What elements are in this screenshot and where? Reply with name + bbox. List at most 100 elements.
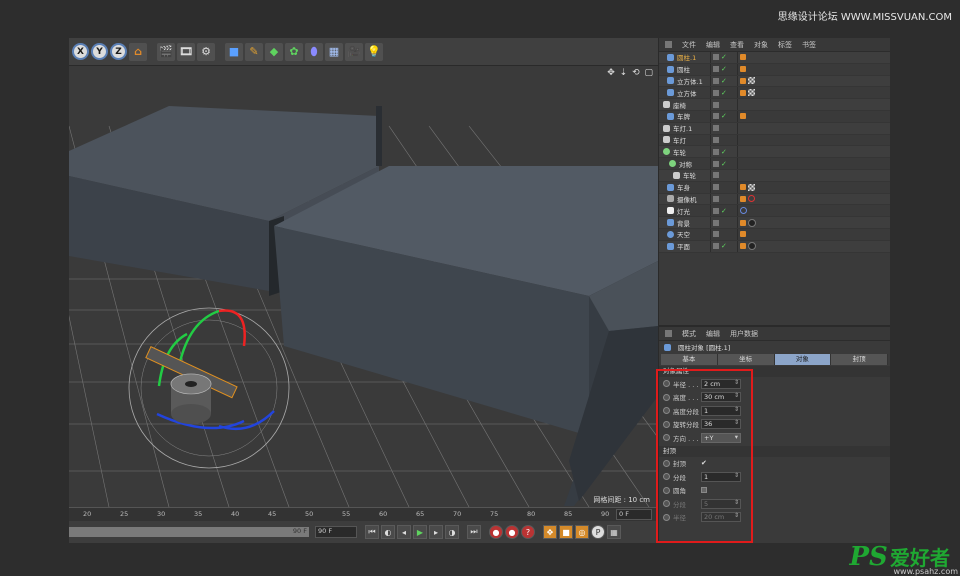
target-ring-tag-icon[interactable] (740, 207, 747, 215)
protection-tag-icon[interactable] (748, 195, 755, 203)
range-end-label: 90 F (292, 527, 307, 535)
timeline-tick: 75 (490, 510, 499, 518)
subdivision-icon[interactable]: ◆ (265, 42, 283, 61)
parameter-key-icon[interactable]: P (591, 525, 605, 539)
object-row-cylinder[interactable]: 圆柱 ✓ (659, 63, 890, 76)
texture-tag-icon[interactable] (748, 183, 755, 191)
object-row-body[interactable]: 车身 (659, 181, 890, 194)
cylinder-icon (667, 53, 674, 61)
z-axis-button[interactable]: Z (110, 43, 127, 60)
object-row-camera[interactable]: 摄像机 (659, 193, 890, 206)
phong-tag-icon[interactable] (740, 113, 746, 120)
phong-tag-icon[interactable] (740, 184, 746, 191)
red-highlight-annotation (656, 369, 753, 543)
menu-tags[interactable]: 标签 (778, 40, 792, 50)
keyframe-selection-icon[interactable]: ? (521, 525, 535, 539)
current-frame-field[interactable]: 0 F (616, 509, 652, 520)
cloner-icon[interactable]: ✿ (285, 42, 303, 61)
prev-key-icon[interactable]: ◐ (381, 525, 395, 539)
autokey-icon[interactable]: ● (505, 525, 519, 539)
null-icon (673, 171, 680, 179)
phong-tag-icon[interactable] (740, 66, 746, 73)
render-settings-icon[interactable]: ⚙ (197, 42, 215, 61)
object-row-symmetry[interactable]: 对称 ✓ (659, 158, 890, 170)
symmetry-icon (669, 160, 676, 168)
object-row-light[interactable]: 灯光 ✓ (659, 205, 890, 218)
compositing-tag-icon[interactable] (740, 231, 746, 238)
tab-caps[interactable]: 封顶 (831, 354, 888, 365)
object-name: 座椅 (673, 101, 686, 110)
phong-tag-icon[interactable] (740, 243, 746, 250)
plane-icon (667, 242, 674, 250)
material-tag-icon[interactable] (748, 242, 756, 251)
render-picture-icon[interactable]: 🎞 (177, 42, 195, 61)
timeline-ruler[interactable]: 20 25 30 35 40 45 50 55 60 65 70 75 80 8… (69, 507, 658, 521)
object-row-headlight-1[interactable]: 车灯.1 (659, 122, 890, 135)
deformer-icon[interactable]: ⬮ (305, 42, 323, 61)
target-tag-icon[interactable] (740, 195, 746, 202)
preview-range-slider[interactable]: 90 F (69, 527, 309, 537)
go-to-end-icon[interactable]: ⏭ (467, 525, 481, 539)
viewport-nav-icons[interactable]: ✥ ⇣ ⟲ ▢ (607, 68, 654, 78)
menu-user-data[interactable]: 用户数据 (730, 329, 758, 339)
menu-view[interactable]: 查看 (730, 40, 744, 50)
panel-handle-icon[interactable] (665, 330, 672, 337)
play-icon[interactable]: ▶ (413, 525, 427, 539)
material-tag-icon[interactable] (748, 218, 756, 227)
light-object-icon (667, 207, 674, 215)
move-key-icon[interactable]: ✥ (543, 525, 557, 539)
timeline-tick: 35 (194, 510, 203, 518)
tab-coordinates[interactable]: 坐标 (717, 354, 775, 365)
menu-objects[interactable]: 对象 (754, 40, 768, 50)
object-row-plane[interactable]: 平面 ✓ (659, 240, 890, 253)
menu-edit[interactable]: 编辑 (706, 329, 720, 339)
tab-object[interactable]: 对象 (774, 354, 832, 365)
texture-tag-icon[interactable] (748, 89, 755, 97)
object-row-headlight[interactable]: 车灯 (659, 134, 890, 147)
camera-icon[interactable]: 🎥 (345, 42, 363, 61)
phong-tag-icon[interactable] (740, 89, 746, 96)
timeline-tick: 30 (157, 510, 166, 518)
tab-basic[interactable]: 基本 (661, 354, 718, 365)
menu-bookmarks[interactable]: 书签 (802, 40, 816, 50)
prev-frame-icon[interactable]: ◂ (397, 525, 411, 539)
go-to-start-icon[interactable]: ⏮ (365, 525, 379, 539)
object-row-license-plate[interactable]: 车牌 ✓ (659, 110, 890, 123)
cube-icon[interactable]: ■ (225, 42, 243, 61)
scale-key-icon[interactable]: ■ (559, 525, 573, 539)
object-row-seat[interactable]: 座椅 (659, 99, 890, 111)
rotate-key-icon[interactable]: ◎ (575, 525, 589, 539)
3d-viewport[interactable]: ✥ ⇣ ⟲ ▢ 网格间距 : 10 cm (69, 66, 658, 507)
menu-file[interactable]: 文件 (682, 40, 696, 50)
record-icon[interactable]: ● (489, 525, 503, 539)
x-axis-button[interactable]: X (72, 43, 89, 60)
pen-icon[interactable]: ✎ (245, 42, 263, 61)
timeline-tick: 25 (120, 510, 129, 518)
floor-icon[interactable]: ▦ (325, 42, 343, 61)
end-frame-field[interactable]: 90 F (315, 526, 357, 538)
panel-handle-icon[interactable] (665, 41, 672, 48)
background-icon (667, 219, 674, 227)
compositing-tag-icon[interactable] (740, 219, 746, 226)
next-frame-icon[interactable]: ▸ (429, 525, 443, 539)
pla-key-icon[interactable]: ▦ (607, 525, 621, 539)
object-row-sky[interactable]: 天空 (659, 228, 890, 241)
texture-tag-icon[interactable] (748, 77, 755, 85)
object-row-wheel[interactable]: 车轮 (659, 169, 890, 182)
object-row-wheels[interactable]: 车轮 ✓ (659, 146, 890, 159)
light-icon[interactable]: 💡 (365, 42, 383, 61)
object-row-cube[interactable]: 立方体 ✓ (659, 87, 890, 100)
coordinate-system-icon[interactable]: ⌂ (129, 42, 147, 61)
object-row-background[interactable]: 背景 (659, 217, 890, 229)
next-key-icon[interactable]: ◑ (445, 525, 459, 539)
render-view-icon[interactable]: 🎬 (157, 42, 175, 61)
attribute-tabs: 基本 坐标 对象 封顶 (661, 354, 888, 365)
y-axis-button[interactable]: Y (91, 43, 108, 60)
object-row-cylinder-1[interactable]: 圆柱.1 ✓ (659, 52, 890, 64)
phong-tag-icon[interactable] (740, 77, 746, 84)
object-row-cube-1[interactable]: 立方体.1 ✓ (659, 75, 890, 88)
object-name: 车灯 (673, 136, 686, 145)
phong-tag-icon[interactable] (740, 54, 746, 61)
menu-edit[interactable]: 编辑 (706, 40, 720, 50)
menu-mode[interactable]: 模式 (682, 329, 696, 339)
